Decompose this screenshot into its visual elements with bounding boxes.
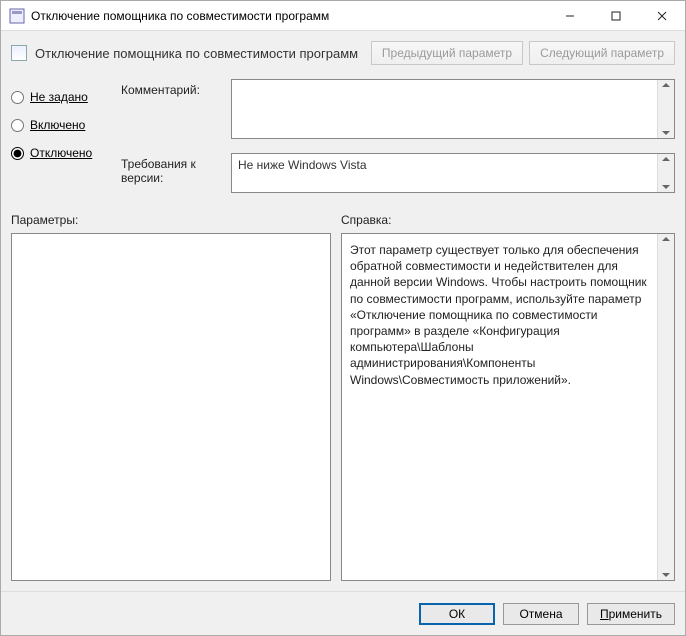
- ok-button[interactable]: ОК: [419, 603, 495, 625]
- dialog-footer: ОК Отмена Применить: [1, 591, 685, 635]
- scroll-up-icon: [662, 157, 670, 161]
- app-icon: [9, 8, 25, 24]
- help-panel: Этот параметр существует только для обес…: [341, 233, 675, 581]
- radio-not-configured[interactable]: [11, 91, 24, 104]
- apply-button[interactable]: Применить: [587, 603, 675, 625]
- next-setting-button[interactable]: Следующий параметр: [529, 41, 675, 65]
- help-section-label: Справка:: [341, 213, 391, 227]
- previous-setting-button[interactable]: Предыдущий параметр: [371, 41, 523, 65]
- radio-enabled-label[interactable]: Включено: [30, 118, 85, 132]
- scroll-down-icon: [662, 573, 670, 577]
- scroll-down-icon: [662, 185, 670, 189]
- comment-textarea[interactable]: [231, 79, 675, 139]
- radio-disabled-label[interactable]: Отключено: [30, 146, 92, 160]
- requirements-label: Требования к версии:: [121, 153, 231, 185]
- help-scrollbar[interactable]: [657, 234, 674, 580]
- params-panel: [11, 233, 331, 581]
- radio-not-configured-label[interactable]: Не задано: [30, 90, 88, 104]
- requirements-value: Не ниже Windows Vista: [238, 158, 367, 172]
- scroll-up-icon: [662, 237, 670, 241]
- scroll-up-icon: [662, 83, 670, 87]
- radio-enabled[interactable]: [11, 119, 24, 132]
- radio-disabled[interactable]: [11, 147, 24, 160]
- gpo-editor-window: Отключение помощника по совместимости пр…: [0, 0, 686, 636]
- header-bar: Отключение помощника по совместимости пр…: [1, 31, 685, 79]
- requirements-scrollbar[interactable]: [657, 154, 674, 192]
- window-title: Отключение помощника по совместимости пр…: [31, 9, 547, 23]
- scroll-down-icon: [662, 131, 670, 135]
- comment-scrollbar[interactable]: [657, 80, 674, 138]
- close-button[interactable]: [639, 1, 685, 30]
- minimize-button[interactable]: [547, 1, 593, 30]
- requirements-box: Не ниже Windows Vista: [231, 153, 675, 193]
- help-text: Этот параметр существует только для обес…: [342, 234, 674, 396]
- comment-label: Комментарий:: [121, 79, 231, 97]
- state-radio-group: Не задано Включено Отключено: [11, 79, 121, 207]
- maximize-button[interactable]: [593, 1, 639, 30]
- titlebar: Отключение помощника по совместимости пр…: [1, 1, 685, 31]
- params-section-label: Параметры:: [11, 213, 341, 227]
- cancel-button[interactable]: Отмена: [503, 603, 579, 625]
- policy-icon: [11, 45, 27, 61]
- policy-title: Отключение помощника по совместимости пр…: [35, 46, 365, 61]
